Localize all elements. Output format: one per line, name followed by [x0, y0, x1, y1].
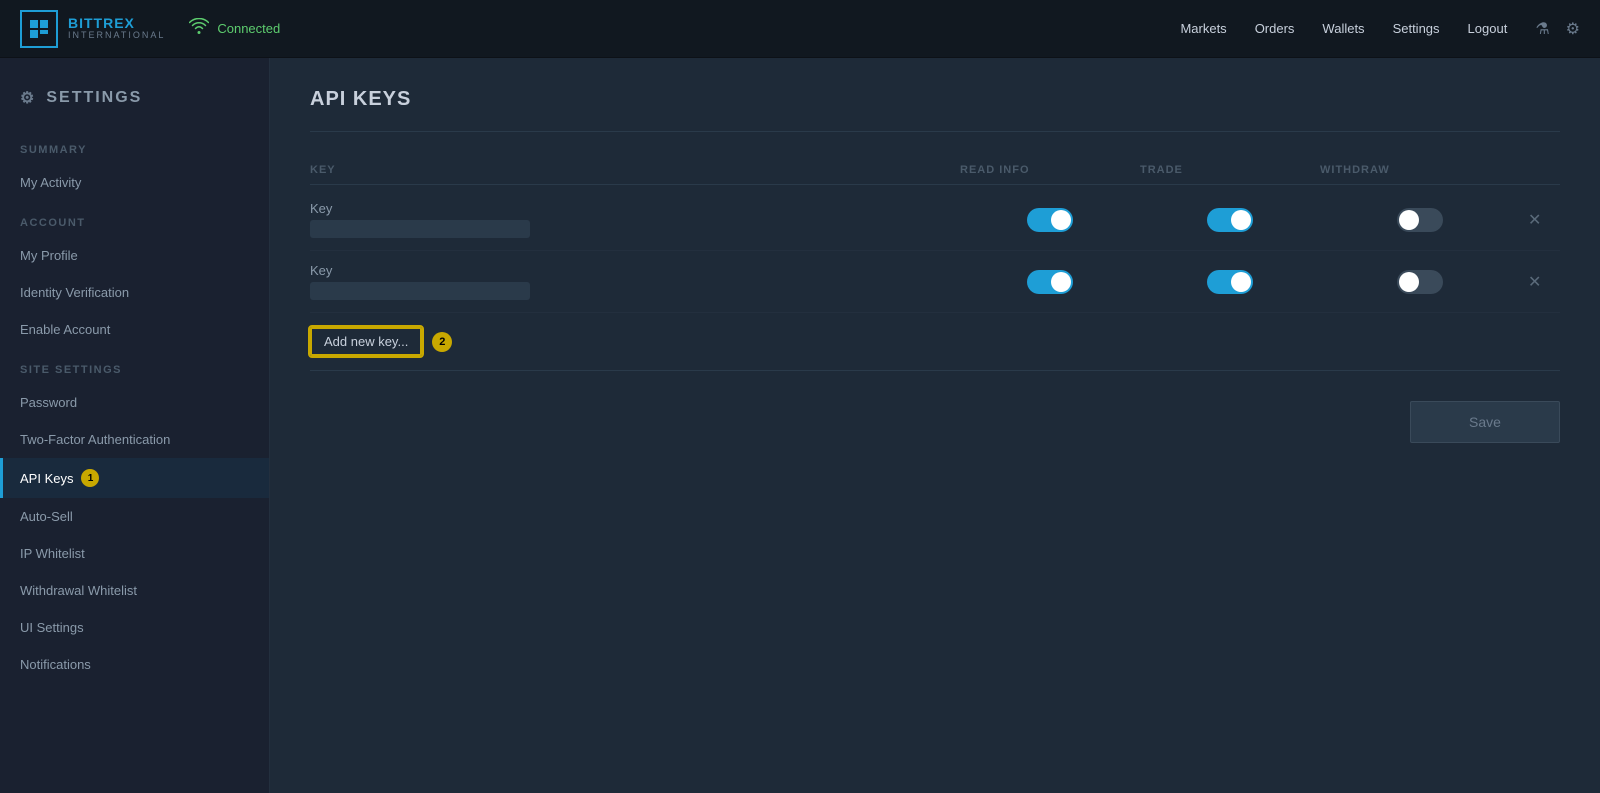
sidebar-item-my-profile[interactable]: My Profile: [0, 237, 269, 274]
toggle-slider: [1397, 270, 1443, 294]
sidebar-item-notifications[interactable]: Notifications: [0, 646, 269, 683]
toggle-read-info-switch-1[interactable]: [1027, 208, 1073, 232]
toggle-withdraw-switch-1[interactable]: [1397, 208, 1443, 232]
page-title: API KEYS: [310, 88, 1560, 111]
key-label-2: Key: [310, 263, 960, 278]
sidebar-item-api-keys[interactable]: API Keys 1: [0, 458, 269, 498]
key-cell-1: Key: [310, 201, 960, 238]
logo-text: BITTREX INTERNATIONAL: [68, 16, 165, 41]
logo-icon: [28, 18, 50, 40]
toggle-slider: [1397, 208, 1443, 232]
flask-icon[interactable]: ⚗: [1535, 19, 1549, 39]
col-key: KEY: [310, 164, 960, 176]
toggle-withdraw-1[interactable]: [1320, 208, 1520, 232]
main-layout: ⚙ SETTINGS SUMMARY My Activity ACCOUNT M…: [0, 58, 1600, 793]
toggle-trade-1[interactable]: [1140, 208, 1320, 232]
settings-gear-icon: ⚙: [20, 88, 36, 108]
toggle-slider: [1207, 208, 1253, 232]
logo[interactable]: BITTREX INTERNATIONAL: [20, 10, 165, 48]
add-new-key-button[interactable]: Add new key...: [310, 327, 422, 356]
brand-sub: INTERNATIONAL: [68, 31, 165, 41]
logo-box: [20, 10, 58, 48]
toggle-slider: [1207, 270, 1253, 294]
toggle-read-info-1[interactable]: [960, 208, 1140, 232]
key-value-bar-1: [310, 220, 530, 238]
delete-cell-1: ✕: [1520, 206, 1560, 234]
add-key-annotation-badge: 2: [432, 332, 452, 352]
main-content: API KEYS KEY READ INFO TRADE WITHDRAW Ke…: [270, 58, 1600, 793]
nav-orders[interactable]: Orders: [1255, 21, 1295, 36]
toggle-trade-switch-2[interactable]: [1207, 270, 1253, 294]
nav-left: BITTREX INTERNATIONAL Connected: [20, 10, 280, 48]
toggle-slider: [1027, 270, 1073, 294]
sidebar: ⚙ SETTINGS SUMMARY My Activity ACCOUNT M…: [0, 58, 270, 793]
col-read-info: READ INFO: [960, 164, 1140, 176]
sidebar-item-auto-sell[interactable]: Auto-Sell: [0, 498, 269, 535]
sidebar-item-password[interactable]: Password: [0, 384, 269, 421]
col-withdraw: WITHDRAW: [1320, 164, 1520, 176]
settings-title: SETTINGS: [46, 89, 142, 107]
settings-gear-icon[interactable]: ⚙: [1566, 19, 1580, 39]
top-navigation: BITTREX INTERNATIONAL Connected Markets …: [0, 0, 1600, 58]
table-header: KEY READ INFO TRADE WITHDRAW: [310, 156, 1560, 185]
col-trade: TRADE: [1140, 164, 1320, 176]
toggle-withdraw-switch-2[interactable]: [1397, 270, 1443, 294]
nav-markets[interactable]: Markets: [1180, 21, 1226, 36]
connection-status: Connected: [189, 18, 280, 39]
table-row: Key: [310, 189, 1560, 251]
api-keys-table: KEY READ INFO TRADE WITHDRAW Key: [310, 156, 1560, 371]
nav-icons: ⚗ ⚙: [1535, 19, 1580, 39]
delete-row-2-button[interactable]: ✕: [1520, 268, 1549, 296]
sidebar-item-identity-verification[interactable]: Identity Verification: [0, 274, 269, 311]
key-label-1: Key: [310, 201, 960, 216]
section-account: ACCOUNT: [0, 201, 269, 237]
delete-row-1-button[interactable]: ✕: [1520, 206, 1549, 234]
toggle-read-info-2[interactable]: [960, 270, 1140, 294]
col-delete: [1520, 164, 1560, 176]
save-button[interactable]: Save: [1410, 401, 1560, 443]
section-summary: SUMMARY: [0, 128, 269, 164]
toggle-withdraw-2[interactable]: [1320, 270, 1520, 294]
toggle-read-info-switch-2[interactable]: [1027, 270, 1073, 294]
sidebar-item-withdrawal-whitelist[interactable]: Withdrawal Whitelist: [0, 572, 269, 609]
nav-wallets[interactable]: Wallets: [1322, 21, 1364, 36]
settings-header: ⚙ SETTINGS: [0, 78, 269, 128]
sidebar-item-enable-account[interactable]: Enable Account: [0, 311, 269, 348]
sidebar-item-my-activity[interactable]: My Activity: [0, 164, 269, 201]
title-divider: [310, 131, 1560, 132]
nav-right: Markets Orders Wallets Settings Logout ⚗…: [1180, 19, 1580, 39]
api-keys-annotation-badge: 1: [81, 469, 99, 487]
brand-name: BITTREX: [68, 16, 165, 31]
toggle-trade-2[interactable]: [1140, 270, 1320, 294]
add-key-row: Add new key... 2: [310, 313, 1560, 371]
wifi-icon: [189, 18, 209, 39]
section-site-settings: SITE SETTINGS: [0, 348, 269, 384]
table-row: Key: [310, 251, 1560, 313]
key-value-bar-2: [310, 282, 530, 300]
connection-label: Connected: [217, 21, 280, 36]
toggle-trade-switch-1[interactable]: [1207, 208, 1253, 232]
toggle-slider: [1027, 208, 1073, 232]
nav-logout[interactable]: Logout: [1468, 21, 1508, 36]
delete-cell-2: ✕: [1520, 268, 1560, 296]
sidebar-item-ip-whitelist[interactable]: IP Whitelist: [0, 535, 269, 572]
save-area: Save: [310, 401, 1560, 443]
nav-settings[interactable]: Settings: [1393, 21, 1440, 36]
sidebar-item-ui-settings[interactable]: UI Settings: [0, 609, 269, 646]
key-cell-2: Key: [310, 263, 960, 300]
sidebar-item-two-factor[interactable]: Two-Factor Authentication: [0, 421, 269, 458]
